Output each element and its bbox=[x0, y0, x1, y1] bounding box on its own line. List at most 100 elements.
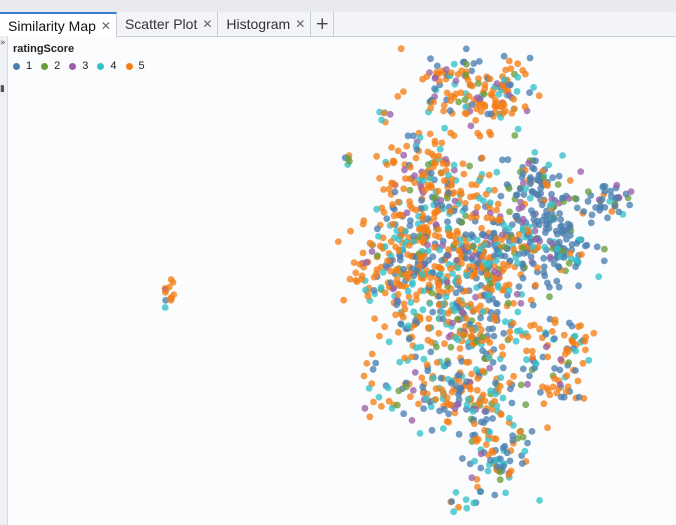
scatter-point[interactable] bbox=[615, 208, 623, 216]
scatter-point[interactable] bbox=[363, 258, 370, 266]
scatter-point[interactable] bbox=[455, 371, 463, 379]
scatter-point[interactable] bbox=[356, 260, 364, 268]
scatter-point[interactable] bbox=[584, 197, 592, 205]
scatter-point[interactable] bbox=[516, 428, 524, 436]
scatter-point[interactable] bbox=[376, 242, 384, 250]
scatter-point[interactable] bbox=[575, 393, 583, 401]
scatter-point[interactable] bbox=[419, 214, 427, 222]
scatter-point[interactable] bbox=[505, 185, 513, 192]
scatter-point[interactable] bbox=[395, 387, 403, 395]
scatter-point[interactable] bbox=[509, 320, 517, 327]
scatter-point[interactable] bbox=[517, 300, 525, 307]
scatter-point[interactable] bbox=[427, 104, 435, 112]
scatter-point[interactable] bbox=[536, 497, 543, 504]
scatter-point[interactable] bbox=[604, 214, 611, 222]
scatter-point[interactable] bbox=[539, 383, 546, 391]
scatter-point[interactable] bbox=[553, 245, 561, 253]
scatter-point[interactable] bbox=[462, 45, 470, 53]
scatter-point[interactable] bbox=[359, 249, 367, 257]
scatter-point[interactable] bbox=[437, 374, 445, 382]
scatter-point[interactable] bbox=[519, 274, 527, 282]
scatter-point[interactable] bbox=[485, 325, 493, 333]
scatter-point[interactable] bbox=[441, 124, 448, 132]
scatter-point[interactable] bbox=[416, 430, 424, 437]
close-icon[interactable]: ✕ bbox=[295, 17, 305, 31]
scatter-point[interactable] bbox=[470, 263, 477, 271]
scatter-point[interactable] bbox=[601, 204, 609, 211]
scatter-point[interactable] bbox=[373, 205, 381, 213]
scatter-point[interactable] bbox=[457, 190, 465, 198]
scatter-point[interactable] bbox=[519, 227, 527, 234]
scatter-point[interactable] bbox=[417, 343, 425, 351]
scatter-point[interactable] bbox=[406, 393, 414, 401]
scatter-point[interactable] bbox=[466, 162, 473, 170]
scatter-point[interactable] bbox=[418, 197, 425, 204]
scatter-point[interactable] bbox=[406, 222, 414, 230]
scatter-point[interactable] bbox=[438, 386, 446, 393]
scatter-point[interactable] bbox=[380, 208, 388, 216]
scatter-point[interactable] bbox=[544, 279, 551, 287]
scatter-point[interactable] bbox=[518, 174, 526, 181]
scatter-point[interactable] bbox=[388, 144, 395, 151]
scatter-point[interactable] bbox=[439, 160, 447, 167]
scatter-point[interactable] bbox=[376, 332, 383, 340]
scatter-point[interactable] bbox=[408, 417, 416, 424]
scatter-point[interactable] bbox=[544, 387, 552, 394]
scatter-point[interactable] bbox=[496, 476, 504, 484]
scatter-point[interactable] bbox=[551, 335, 558, 342]
scatter-point[interactable] bbox=[406, 186, 414, 194]
scatter-point[interactable] bbox=[389, 157, 397, 165]
scatter-point[interactable] bbox=[540, 400, 548, 408]
scatter-point[interactable] bbox=[483, 261, 491, 268]
scatter-point[interactable] bbox=[501, 442, 509, 450]
scatter-point[interactable] bbox=[517, 185, 524, 193]
scatter-point[interactable] bbox=[440, 425, 447, 432]
scatter-point[interactable] bbox=[607, 187, 614, 195]
scatter-point[interactable] bbox=[531, 359, 539, 367]
scatter-point[interactable] bbox=[411, 179, 418, 187]
scatter-point[interactable] bbox=[447, 265, 454, 272]
add-tab-button[interactable]: + bbox=[311, 12, 335, 36]
scatter-point[interactable] bbox=[433, 68, 441, 76]
scatter-point[interactable] bbox=[544, 182, 551, 190]
scatter-point[interactable] bbox=[497, 374, 505, 381]
scatter-point[interactable] bbox=[503, 449, 511, 457]
scatter-point[interactable] bbox=[369, 365, 377, 373]
scatter-point[interactable] bbox=[446, 208, 454, 215]
scatter-point[interactable] bbox=[492, 390, 500, 398]
scatter-point[interactable] bbox=[442, 293, 450, 301]
scatter-point[interactable] bbox=[437, 270, 444, 278]
scatter-point[interactable] bbox=[384, 257, 391, 265]
legend-item-1[interactable]: 1 bbox=[13, 60, 32, 72]
scatter-point[interactable] bbox=[528, 347, 536, 355]
scatter-point[interactable] bbox=[467, 385, 474, 393]
scatter-point[interactable] bbox=[626, 201, 634, 209]
scatter-point[interactable] bbox=[462, 496, 470, 503]
scatter-point[interactable] bbox=[457, 285, 464, 293]
scatter-point[interactable] bbox=[538, 201, 546, 209]
scatter-point[interactable] bbox=[468, 326, 475, 333]
scatter-point[interactable] bbox=[504, 156, 512, 164]
scatter-point[interactable] bbox=[418, 374, 426, 382]
scatter-point[interactable] bbox=[487, 233, 494, 241]
scatter-point[interactable] bbox=[447, 343, 455, 351]
scatter-point[interactable] bbox=[488, 215, 496, 223]
scatter-point[interactable] bbox=[573, 204, 581, 212]
scatter-point[interactable] bbox=[463, 378, 470, 385]
tab-similarity-map[interactable]: Similarity Map ✕ bbox=[0, 12, 117, 37]
scatter-point[interactable] bbox=[448, 388, 456, 396]
scatter-point[interactable] bbox=[397, 320, 405, 328]
legend-item-5[interactable]: 5 bbox=[125, 60, 145, 72]
scatter-point[interactable] bbox=[458, 218, 466, 226]
scatter-point[interactable] bbox=[527, 322, 534, 330]
left-panel-edge[interactable]: » ▮ bbox=[0, 36, 8, 525]
scatter-point[interactable] bbox=[584, 188, 592, 196]
scatter-point[interactable] bbox=[565, 359, 573, 366]
scatter-point[interactable] bbox=[387, 267, 395, 275]
scatter-point[interactable] bbox=[413, 145, 421, 153]
scatter-point[interactable] bbox=[400, 185, 408, 193]
scatter-point[interactable] bbox=[553, 277, 561, 285]
scatter-point[interactable] bbox=[352, 269, 360, 277]
scatter-point[interactable] bbox=[372, 359, 380, 367]
scatter-point[interactable] bbox=[524, 333, 532, 341]
